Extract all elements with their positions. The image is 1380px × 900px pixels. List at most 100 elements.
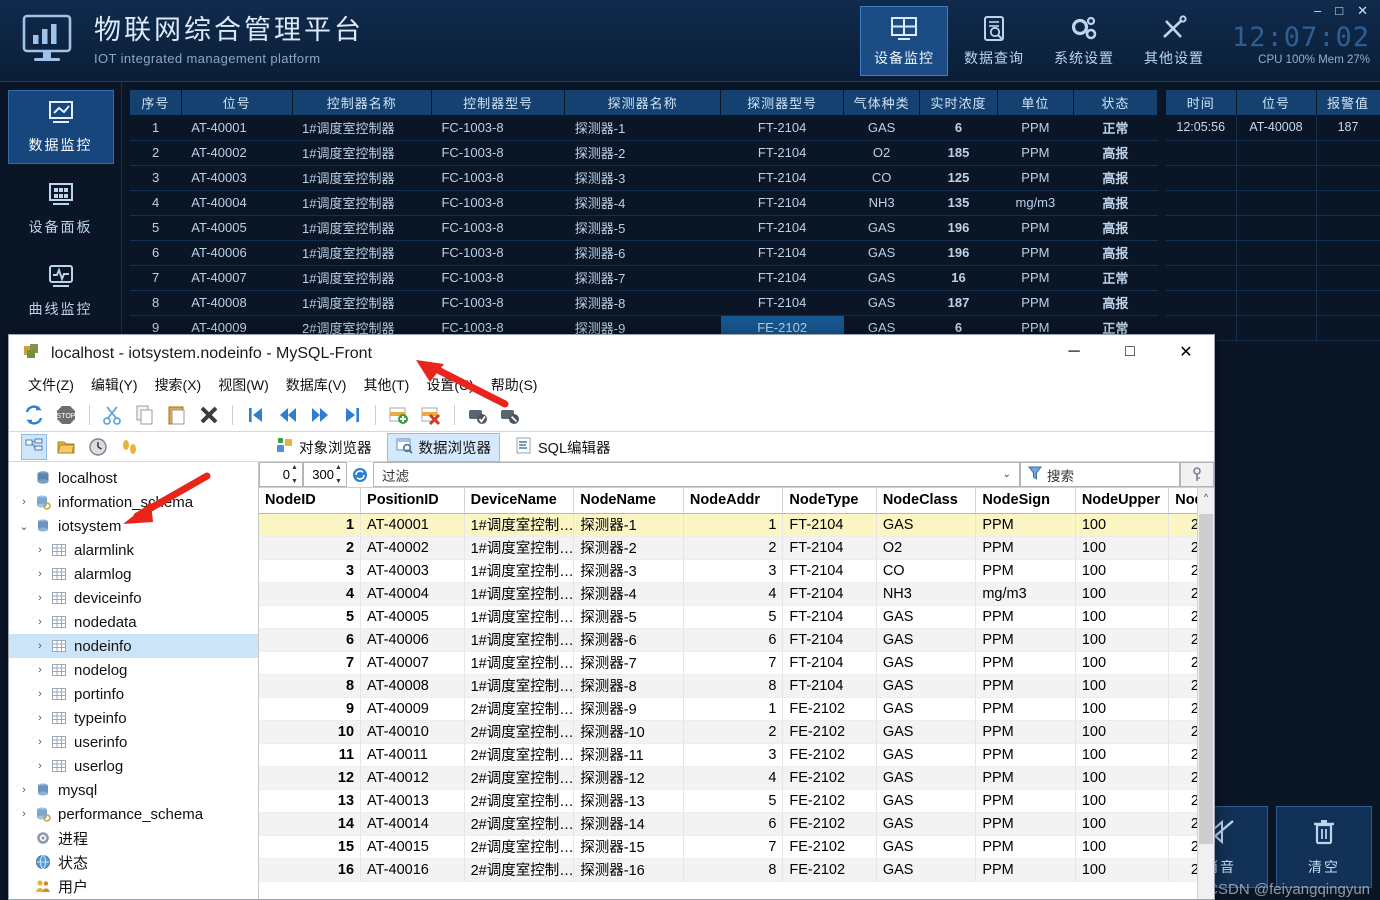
- grid-cell-addr[interactable]: 4: [683, 766, 783, 789]
- grid-cell-addr[interactable]: 8: [683, 858, 783, 881]
- grid-cell-pos[interactable]: AT-40011: [361, 743, 465, 766]
- grid-cell-upper[interactable]: 100: [1075, 697, 1168, 720]
- grid-cell-pos[interactable]: AT-40002: [361, 536, 465, 559]
- grid-cell-cls[interactable]: NH3: [876, 582, 976, 605]
- close-button[interactable]: ✕: [1357, 4, 1368, 20]
- expand-chevron-icon[interactable]: ›: [31, 640, 49, 652]
- grid-cell-upper[interactable]: 100: [1075, 628, 1168, 651]
- cut-icon[interactable]: [100, 402, 126, 428]
- mysql-maximize-button[interactable]: □: [1102, 335, 1158, 369]
- expand-chevron-icon[interactable]: ›: [31, 664, 49, 676]
- grid-cell-type[interactable]: FE-2102: [783, 743, 876, 766]
- grid-cell-sign[interactable]: PPM: [976, 674, 1076, 697]
- menu-item[interactable]: 帮助(S): [484, 373, 545, 397]
- grid-cell-name[interactable]: 探测器-14: [574, 812, 684, 835]
- grid-cell-id[interactable]: 1: [259, 513, 361, 536]
- tab-sql-editor[interactable]: SQL编辑器: [506, 433, 620, 462]
- last-record-icon[interactable]: [339, 402, 365, 428]
- grid-cell-name[interactable]: 探测器-15: [574, 835, 684, 858]
- delete-record-icon[interactable]: [418, 402, 444, 428]
- grid-cell-id[interactable]: 6: [259, 628, 361, 651]
- tree-node-iotsystem[interactable]: ⌄iotsystem: [9, 514, 258, 538]
- grid-cell-name[interactable]: 探测器-4: [574, 582, 684, 605]
- grid-cell-addr[interactable]: 4: [683, 582, 783, 605]
- grid-cell-upper[interactable]: 100: [1075, 513, 1168, 536]
- nav-data-query[interactable]: 数据查询: [950, 6, 1038, 76]
- grid-cell-pos[interactable]: AT-40010: [361, 720, 465, 743]
- filter-input[interactable]: 过滤 ⌄: [373, 462, 1020, 487]
- grid-cell-pos[interactable]: AT-40013: [361, 789, 465, 812]
- next-record-icon[interactable]: [307, 402, 333, 428]
- tree-node-localhost[interactable]: localhost: [9, 466, 258, 490]
- grid-row[interactable]: 14AT-400142#调度室控制…探测器-146FE-2102GASPPM10…: [259, 812, 1214, 835]
- grid-cell-name[interactable]: 探测器-1: [574, 513, 684, 536]
- grid-cell-dev[interactable]: 2#调度室控制…: [464, 812, 574, 835]
- grid-cell-type[interactable]: FE-2102: [783, 766, 876, 789]
- grid-cell-cls[interactable]: GAS: [876, 858, 976, 881]
- mysql-close-button[interactable]: ✕: [1158, 335, 1214, 369]
- grid-cell-sign[interactable]: PPM: [976, 858, 1076, 881]
- delete-icon[interactable]: [196, 402, 222, 428]
- alarm-row[interactable]: 12:05:56AT-40008187: [1166, 115, 1380, 140]
- grid-cell-sign[interactable]: PPM: [976, 559, 1076, 582]
- grid-cell-cls[interactable]: GAS: [876, 651, 976, 674]
- grid-cell-type[interactable]: FT-2104: [783, 651, 876, 674]
- expand-chevron-icon[interactable]: ›: [31, 544, 49, 556]
- grid-cell-upper[interactable]: 100: [1075, 743, 1168, 766]
- grid-cell-addr[interactable]: 7: [683, 835, 783, 858]
- grid-cell-upper[interactable]: 100: [1075, 674, 1168, 697]
- grid-cell-name[interactable]: 探测器-9: [574, 697, 684, 720]
- first-record-icon[interactable]: [243, 402, 269, 428]
- data-grid-scrollbar[interactable]: ^: [1197, 488, 1214, 899]
- grid-cell-addr[interactable]: 7: [683, 651, 783, 674]
- grid-cell-sign[interactable]: PPM: [976, 812, 1076, 835]
- grid-cell-upper[interactable]: 100: [1075, 536, 1168, 559]
- grid-cell-cls[interactable]: CO: [876, 559, 976, 582]
- grid-cell-name[interactable]: 探测器-16: [574, 858, 684, 881]
- stop-icon[interactable]: STOP: [53, 402, 79, 428]
- grid-cell-addr[interactable]: 3: [683, 559, 783, 582]
- grid-row[interactable]: 13AT-400132#调度室控制…探测器-135FE-2102GASPPM10…: [259, 789, 1214, 812]
- grid-row[interactable]: 12AT-400122#调度室控制…探测器-124FE-2102GASPPM10…: [259, 766, 1214, 789]
- grid-cell-addr[interactable]: 5: [683, 789, 783, 812]
- prev-record-icon[interactable]: [275, 402, 301, 428]
- tree-node-[interactable]: 状态: [9, 850, 258, 874]
- grid-col-header[interactable]: NodeSign: [976, 488, 1076, 513]
- expand-chevron-icon[interactable]: ›: [31, 592, 49, 604]
- collapse-chevron-icon[interactable]: ⌄: [15, 520, 33, 533]
- grid-cell-cls[interactable]: O2: [876, 536, 976, 559]
- grid-row[interactable]: 16AT-400162#调度室控制…探测器-168FE-2102GASPPM10…: [259, 858, 1214, 881]
- grid-col-header[interactable]: NodeID: [259, 488, 361, 513]
- grid-cell-id[interactable]: 16: [259, 858, 361, 881]
- grid-cell-dev[interactable]: 1#调度室控制…: [464, 513, 574, 536]
- grid-row[interactable]: 7AT-400071#调度室控制…探测器-77FT-2104GASPPM1002…: [259, 651, 1214, 674]
- grid-cell-name[interactable]: 探测器-12: [574, 766, 684, 789]
- menu-item[interactable]: 视图(W): [211, 373, 276, 397]
- minimize-button[interactable]: –: [1314, 4, 1321, 20]
- grid-cell-type[interactable]: FT-2104: [783, 605, 876, 628]
- offset-stepper[interactable]: 0 ▲▼: [259, 462, 303, 487]
- grid-cell-id[interactable]: 13: [259, 789, 361, 812]
- grid-cell-addr[interactable]: 5: [683, 605, 783, 628]
- grid-cell-dev[interactable]: 2#调度室控制…: [464, 858, 574, 881]
- grid-cell-dev[interactable]: 1#调度室控制…: [464, 628, 574, 651]
- limit-stepper[interactable]: 300 ▲▼: [303, 462, 347, 487]
- expand-chevron-icon[interactable]: ›: [31, 760, 49, 772]
- grid-cell-name[interactable]: 探测器-11: [574, 743, 684, 766]
- monitor-table-row[interactable]: 3AT-400031#调度室控制器FC-1003-8探测器-3FT-2104CO…: [130, 165, 1158, 190]
- grid-cell-addr[interactable]: 2: [683, 720, 783, 743]
- tree-node-userlog[interactable]: ›userlog: [9, 754, 258, 778]
- expand-chevron-icon[interactable]: ›: [31, 568, 49, 580]
- grid-row[interactable]: 15AT-400152#调度室控制…探测器-157FE-2102GASPPM10…: [259, 835, 1214, 858]
- object-tree-icon[interactable]: [21, 434, 47, 460]
- grid-cell-sign[interactable]: PPM: [976, 835, 1076, 858]
- clear-button[interactable]: 清空: [1276, 806, 1372, 888]
- grid-cell-id[interactable]: 2: [259, 536, 361, 559]
- grid-cell-dev[interactable]: 1#调度室控制…: [464, 605, 574, 628]
- grid-cell-name[interactable]: 探测器-6: [574, 628, 684, 651]
- grid-cell-upper[interactable]: 100: [1075, 651, 1168, 674]
- tree-node-userinfo[interactable]: ›userinfo: [9, 730, 258, 754]
- grid-cell-pos[interactable]: AT-40004: [361, 582, 465, 605]
- tree-node-alarmlink[interactable]: ›alarmlink: [9, 538, 258, 562]
- grid-cell-type[interactable]: FE-2102: [783, 858, 876, 881]
